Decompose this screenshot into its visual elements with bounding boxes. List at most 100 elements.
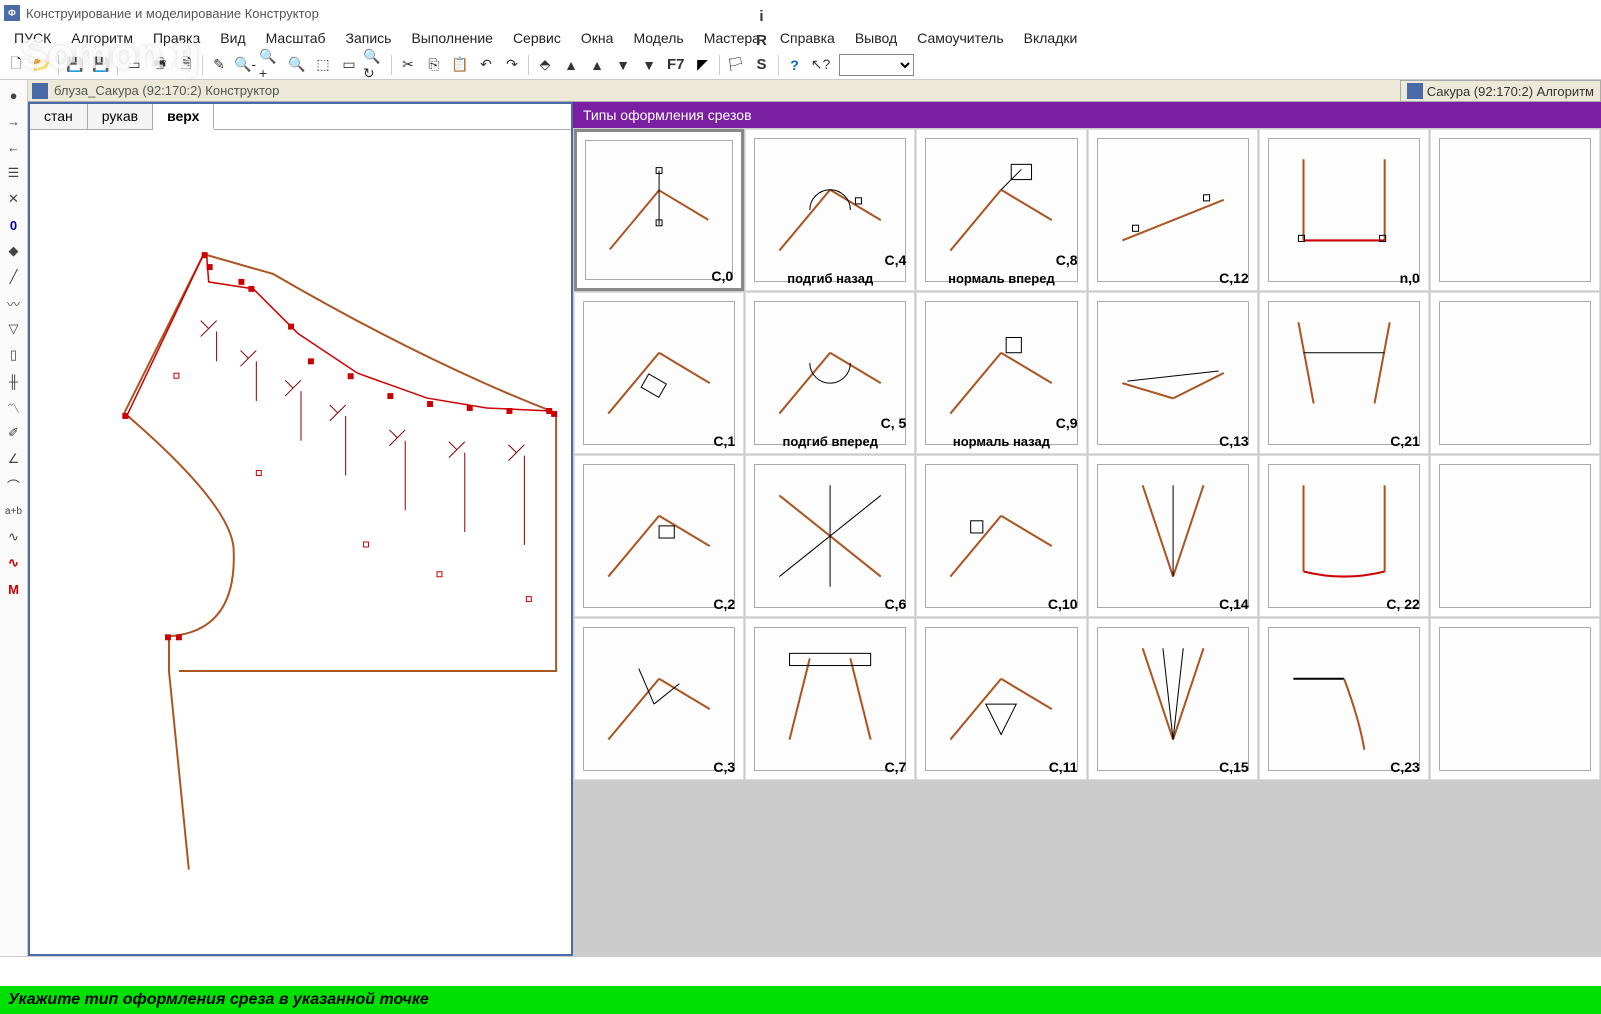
gallery-cell[interactable]: С,4подгиб назад [745, 129, 915, 291]
gallery-cell[interactable] [1430, 292, 1600, 454]
canvas-tab[interactable]: верх [153, 104, 214, 130]
cross-icon[interactable]: ✕ [3, 188, 25, 210]
angle-icon[interactable]: ∠ [3, 448, 25, 470]
zoom-in-icon[interactable]: 🔍+ [259, 53, 283, 77]
menu-item[interactable]: Запись [336, 28, 402, 48]
gallery-cell[interactable]: С,15 [1088, 618, 1258, 780]
arc-icon[interactable]: ⌒ [3, 474, 25, 496]
wave-red-icon[interactable]: ∿ [3, 552, 25, 574]
menu-item[interactable]: Правка [143, 28, 210, 48]
gallery-cell[interactable]: С,23 [1259, 618, 1429, 780]
gallery-cell[interactable] [1430, 129, 1600, 291]
gallery-cell[interactable]: n,0 [1259, 129, 1429, 291]
gallery-cell[interactable]: С,13 [1088, 292, 1258, 454]
print-icon[interactable]: 🖶 [148, 53, 172, 77]
flip-h-icon[interactable]: ⬘ [533, 53, 557, 77]
gallery-cell[interactable]: С,9нормаль назад [916, 292, 1086, 454]
gallery-cell[interactable]: С, 5подгиб вперед [745, 292, 915, 454]
dot-icon[interactable]: ◆ [3, 240, 25, 262]
arrow-right-icon[interactable]: → [3, 110, 25, 132]
gallery-cell[interactable]: С,6 [745, 455, 915, 617]
triangle-up-icon[interactable]: ▲ [559, 53, 583, 77]
toolbar-letter-i[interactable]: i [750, 5, 774, 29]
preview-icon[interactable]: 🗎 [174, 53, 198, 77]
arrow-left-icon[interactable]: ← [3, 136, 25, 158]
gallery-cell[interactable]: С,8нормаль вперед [916, 129, 1086, 291]
menu-item[interactable]: Окна [571, 28, 624, 48]
menu-item[interactable]: Справка [770, 28, 845, 48]
cell-label: С,21 [1390, 433, 1420, 449]
gallery-cell[interactable]: С,11 [916, 618, 1086, 780]
gallery-cell[interactable]: С, 22 [1259, 455, 1429, 617]
rect-icon[interactable]: ▯ [3, 344, 25, 366]
canvas-tab[interactable]: рукав [88, 104, 153, 129]
gallery-cell[interactable] [1430, 618, 1600, 780]
triangle-down-icon[interactable]: ▼ [611, 53, 635, 77]
undo-icon[interactable]: ↶ [474, 53, 498, 77]
curve-icon[interactable]: 〰 [3, 292, 25, 314]
list-icon[interactable]: ☰ [3, 162, 25, 184]
menu-item[interactable]: Выполнение [401, 28, 502, 48]
save-icon[interactable]: 💾 [63, 53, 87, 77]
line-icon[interactable]: ╱ [3, 266, 25, 288]
gallery-cell[interactable]: С,14 [1088, 455, 1258, 617]
new-icon[interactable]: 🗋 [4, 53, 28, 77]
window-icon[interactable]: ▭ [122, 53, 146, 77]
shape-icon[interactable]: ▽ [3, 318, 25, 340]
gallery-cell[interactable] [1430, 455, 1600, 617]
edit-pen-icon[interactable]: ✐ [3, 422, 25, 444]
arrow-up-right-icon[interactable]: ◤ [691, 53, 715, 77]
canvas-tab[interactable]: стан [30, 104, 88, 129]
m-icon[interactable]: M [3, 578, 25, 600]
gallery-cell[interactable]: С,12 [1088, 129, 1258, 291]
wave-icon[interactable]: ∿ [3, 526, 25, 548]
zigzag-icon[interactable]: 〽 [3, 396, 25, 418]
open-icon[interactable]: 📂 [30, 53, 54, 77]
flag-icon[interactable]: 🏳 [724, 53, 748, 77]
menu-item[interactable]: Вкладки [1014, 28, 1088, 48]
copy-icon[interactable]: ⎘ [422, 53, 446, 77]
whats-this-icon[interactable]: ↖? [809, 53, 833, 77]
gallery-cell[interactable]: С,7 [745, 618, 915, 780]
canvas-view[interactable] [30, 130, 571, 954]
help-icon[interactable]: ? [783, 53, 807, 77]
save-red-icon[interactable]: 💾 [89, 53, 113, 77]
pen-icon[interactable]: ✎ [207, 53, 231, 77]
menu-item[interactable]: Масштаб [256, 28, 336, 48]
menu-item[interactable]: ПУСК [4, 28, 61, 48]
triangle-down2-icon[interactable]: ▼ [637, 53, 661, 77]
zoom-fit-icon[interactable]: 🔍 [285, 53, 309, 77]
cell-label: С,8 [1056, 252, 1078, 268]
toolbar-dropdown[interactable] [839, 54, 914, 76]
gallery-cell[interactable]: С,21 [1259, 292, 1429, 454]
triangle-up2-icon[interactable]: ▲ [585, 53, 609, 77]
toolbar-letter-r[interactable]: R [750, 29, 774, 53]
f7-button[interactable]: F7 [663, 53, 689, 77]
circle-icon[interactable]: ● [3, 84, 25, 106]
menu-item[interactable]: Модель [623, 28, 693, 48]
secondary-window-title-bar[interactable]: Сакура (92:170:2) Алгоритм [1400, 80, 1601, 102]
gallery-cell[interactable]: С,3 [574, 618, 744, 780]
gallery-cell[interactable]: С,2 [574, 455, 744, 617]
toolbar-letter-s[interactable]: S [750, 53, 774, 77]
menu-item[interactable]: Самоучитель [907, 28, 1013, 48]
gallery-cell[interactable]: С,1 [574, 292, 744, 454]
formula-icon[interactable]: a+b [3, 500, 25, 522]
cut-icon[interactable]: ✂ [396, 53, 420, 77]
menu-item[interactable]: Сервис [503, 28, 571, 48]
zero-icon[interactable]: 0 [3, 214, 25, 236]
child-window-title: блуза_Сакура (92:170:2) Конструктор [54, 83, 279, 98]
gallery-cell[interactable]: С,0 [574, 129, 744, 291]
zoom-rect-icon[interactable]: ▭ [337, 53, 361, 77]
zoom-out-icon[interactable]: 🔍- [233, 53, 257, 77]
paste-icon[interactable]: 📋 [448, 53, 472, 77]
ruler-icon[interactable]: ╫ [3, 370, 25, 392]
redo-icon[interactable]: ↷ [500, 53, 524, 77]
zoom-window-icon[interactable]: ⬚ [311, 53, 335, 77]
gallery-grid: С,0С,4подгиб назадС,8нормаль впередС,12n… [573, 128, 1601, 956]
menu-item[interactable]: Вид [210, 28, 255, 48]
zoom-refresh-icon[interactable]: 🔍↻ [363, 53, 387, 77]
menu-item[interactable]: Алгоритм [61, 28, 143, 48]
menu-item[interactable]: Вывод [845, 28, 907, 48]
gallery-cell[interactable]: С,10 [916, 455, 1086, 617]
